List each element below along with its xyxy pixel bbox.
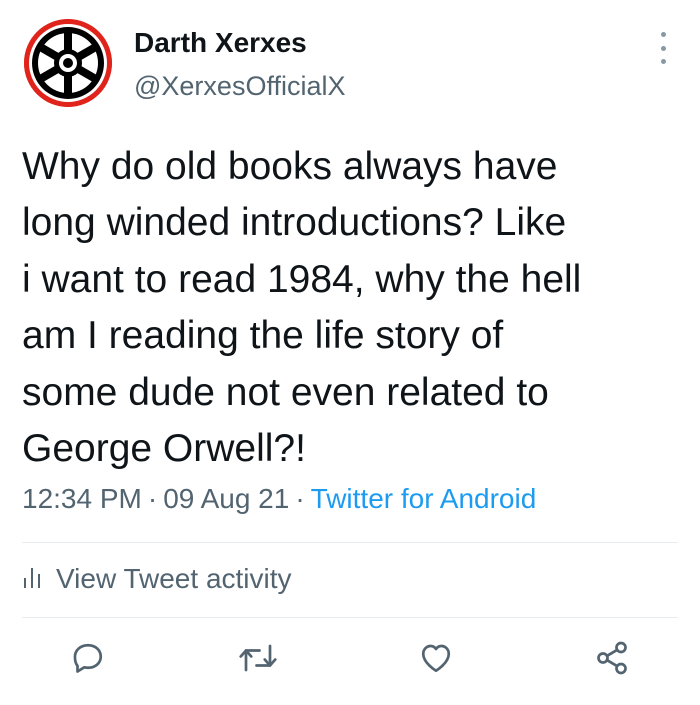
analytics-bars-icon [22, 563, 44, 595]
retweet-button[interactable] [236, 636, 280, 680]
divider [22, 542, 678, 543]
user-handle[interactable]: @XerxesOfficialX [134, 71, 345, 102]
tweet-line: Why do old books always have [22, 145, 558, 188]
divider [22, 617, 678, 618]
avatar[interactable] [24, 19, 112, 107]
activity-label: View Tweet activity [56, 563, 292, 594]
retweet-icon [239, 644, 277, 672]
like-button[interactable] [414, 636, 458, 680]
heart-icon [421, 644, 451, 673]
tweet-line: long winded introductions? Like [22, 201, 567, 245]
tweet-line: George Orwell?! [22, 427, 306, 471]
separator: · [295, 483, 305, 514]
action-bar [0, 636, 700, 686]
more-dot [660, 32, 666, 37]
tweet-meta: 12:34 PM · 09 Aug 21 · Twitter for Android [22, 483, 536, 515]
share-icon [597, 641, 627, 675]
more-dot [660, 45, 666, 51]
tweet-line: i want to read 1984, why the hell [22, 257, 582, 301]
more-options-button[interactable] [652, 32, 674, 64]
share-button[interactable] [590, 636, 634, 680]
tweet-source-link[interactable]: Twitter for Android [311, 483, 537, 514]
tweet-time: 12:34 PM [22, 483, 142, 514]
imperial-emblem-icon [24, 19, 112, 107]
tweet-line: some dude not even related to [22, 370, 549, 414]
reply-button[interactable] [66, 636, 110, 680]
more-dot [660, 59, 666, 64]
tweet-line: am I reading the life story of [22, 314, 504, 358]
separator: · [147, 483, 158, 514]
tweet-date: 09 Aug 21 [163, 483, 290, 514]
view-tweet-activity-link[interactable]: View Tweet activity [22, 563, 292, 595]
reply-icon [73, 643, 103, 673]
display-name[interactable]: Darth Xerxes [134, 27, 307, 59]
tweet-text: Why do old books always have long winded… [22, 139, 682, 477]
